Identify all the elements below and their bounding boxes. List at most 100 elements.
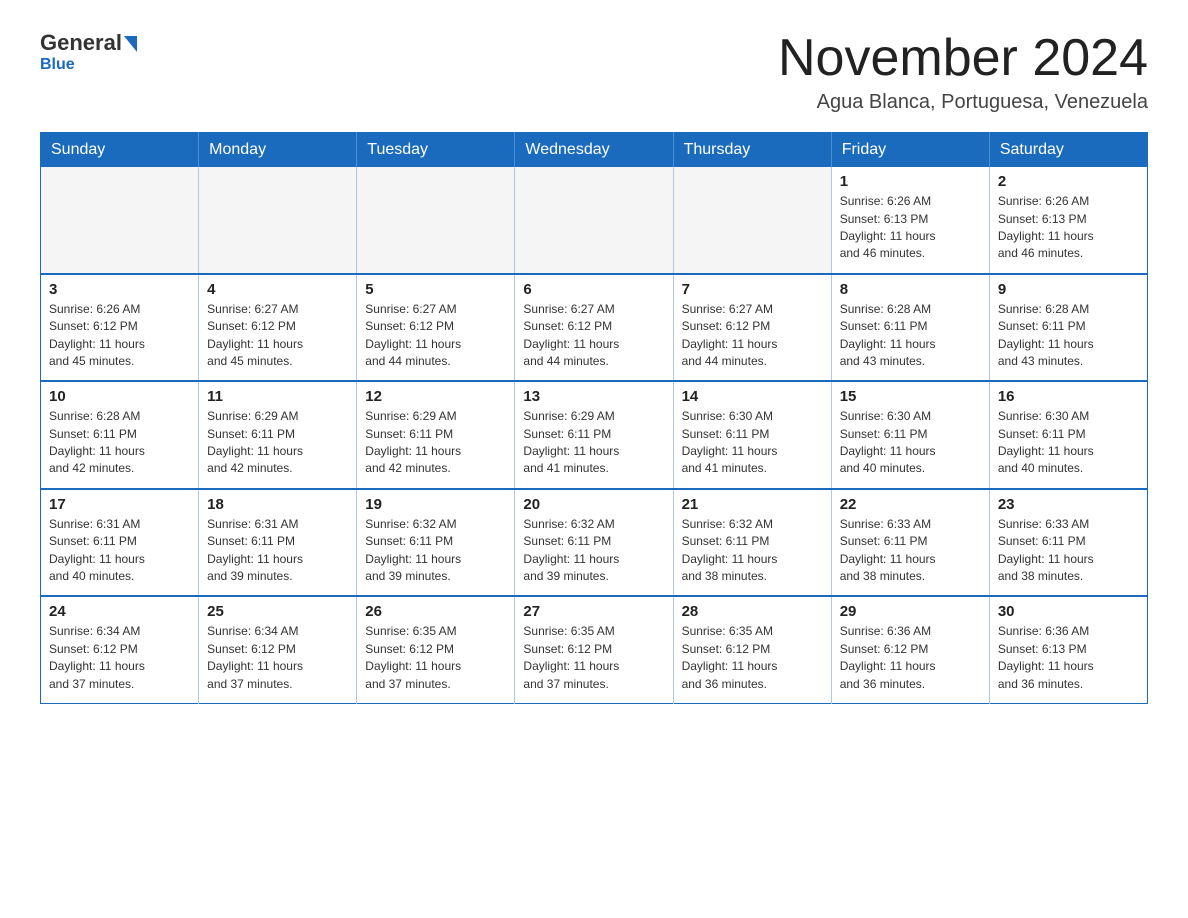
day-number: 27	[523, 603, 664, 620]
month-title: November 2024	[778, 30, 1148, 87]
day-number: 14	[682, 388, 823, 405]
day-number: 18	[207, 496, 348, 513]
day-info: Sunrise: 6:29 AM Sunset: 6:11 PM Dayligh…	[207, 408, 348, 478]
day-number: 24	[49, 603, 190, 620]
day-info: Sunrise: 6:34 AM Sunset: 6:12 PM Dayligh…	[49, 623, 190, 693]
day-info: Sunrise: 6:32 AM Sunset: 6:11 PM Dayligh…	[682, 516, 823, 586]
logo: General Blue	[40, 30, 137, 74]
day-number: 2	[998, 173, 1139, 190]
day-info: Sunrise: 6:26 AM Sunset: 6:12 PM Dayligh…	[49, 301, 190, 371]
day-info: Sunrise: 6:29 AM Sunset: 6:11 PM Dayligh…	[365, 408, 506, 478]
day-info: Sunrise: 6:32 AM Sunset: 6:11 PM Dayligh…	[365, 516, 506, 586]
day-number: 16	[998, 388, 1139, 405]
calendar-cell: 16 Sunrise: 6:30 AM Sunset: 6:11 PM Dayli…	[989, 381, 1147, 489]
day-info: Sunrise: 6:27 AM Sunset: 6:12 PM Dayligh…	[682, 301, 823, 371]
day-info: Sunrise: 6:30 AM Sunset: 6:11 PM Dayligh…	[840, 408, 981, 478]
calendar-week-row: 3 Sunrise: 6:26 AM Sunset: 6:12 PM Daylig…	[41, 274, 1148, 382]
day-number: 12	[365, 388, 506, 405]
day-info: Sunrise: 6:36 AM Sunset: 6:12 PM Dayligh…	[840, 623, 981, 693]
day-number: 9	[998, 281, 1139, 298]
day-info: Sunrise: 6:28 AM Sunset: 6:11 PM Dayligh…	[998, 301, 1139, 371]
calendar-cell	[515, 167, 673, 274]
day-of-week-header: Tuesday	[357, 133, 515, 168]
day-info: Sunrise: 6:27 AM Sunset: 6:12 PM Dayligh…	[207, 301, 348, 371]
day-info: Sunrise: 6:28 AM Sunset: 6:11 PM Dayligh…	[840, 301, 981, 371]
calendar-week-row: 17 Sunrise: 6:31 AM Sunset: 6:11 PM Dayli…	[41, 489, 1148, 597]
calendar-header: SundayMondayTuesdayWednesdayThursdayFrid…	[41, 133, 1148, 168]
calendar-week-row: 24 Sunrise: 6:34 AM Sunset: 6:12 PM Dayli…	[41, 596, 1148, 703]
calendar-cell	[357, 167, 515, 274]
day-number: 17	[49, 496, 190, 513]
day-of-week-header: Saturday	[989, 133, 1147, 168]
location-text: Agua Blanca, Portuguesa, Venezuela	[778, 91, 1148, 114]
calendar-cell: 9 Sunrise: 6:28 AM Sunset: 6:11 PM Daylig…	[989, 274, 1147, 382]
day-number: 29	[840, 603, 981, 620]
day-of-week-header: Friday	[831, 133, 989, 168]
calendar-cell: 5 Sunrise: 6:27 AM Sunset: 6:12 PM Daylig…	[357, 274, 515, 382]
day-info: Sunrise: 6:27 AM Sunset: 6:12 PM Dayligh…	[365, 301, 506, 371]
calendar-body: 1Sunrise: 6:26 AM Sunset: 6:13 PM Daylig…	[41, 167, 1148, 703]
day-of-week-header: Thursday	[673, 133, 831, 168]
day-number: 3	[49, 281, 190, 298]
calendar-cell: 18Sunrise: 6:31 AM Sunset: 6:11 PM Dayli…	[199, 489, 357, 597]
days-of-week-row: SundayMondayTuesdayWednesdayThursdayFrid…	[41, 133, 1148, 168]
calendar-cell: 15 Sunrise: 6:30 AM Sunset: 6:11 PM Dayli…	[831, 381, 989, 489]
day-info: Sunrise: 6:29 AM Sunset: 6:11 PM Dayligh…	[523, 408, 664, 478]
day-info: Sunrise: 6:36 AM Sunset: 6:13 PM Dayligh…	[998, 623, 1139, 693]
day-of-week-header: Monday	[199, 133, 357, 168]
calendar-cell: 30 Sunrise: 6:36 AM Sunset: 6:13 PM Dayli…	[989, 596, 1147, 703]
calendar-cell: 23 Sunrise: 6:33 AM Sunset: 6:11 PM Dayli…	[989, 489, 1147, 597]
page-header: General Blue November 2024 Agua Blanca, …	[40, 30, 1148, 114]
day-of-week-header: Wednesday	[515, 133, 673, 168]
day-number: 8	[840, 281, 981, 298]
day-number: 28	[682, 603, 823, 620]
day-info: Sunrise: 6:27 AM Sunset: 6:12 PM Dayligh…	[523, 301, 664, 371]
calendar-cell	[673, 167, 831, 274]
calendar-cell: 13 Sunrise: 6:29 AM Sunset: 6:11 PM Dayli…	[515, 381, 673, 489]
calendar-cell: 1Sunrise: 6:26 AM Sunset: 6:13 PM Daylig…	[831, 167, 989, 274]
calendar-cell: 8 Sunrise: 6:28 AM Sunset: 6:11 PM Daylig…	[831, 274, 989, 382]
day-number: 7	[682, 281, 823, 298]
day-number: 5	[365, 281, 506, 298]
calendar-cell: 17 Sunrise: 6:31 AM Sunset: 6:11 PM Dayli…	[41, 489, 199, 597]
day-number: 15	[840, 388, 981, 405]
calendar-cell: 25 Sunrise: 6:34 AM Sunset: 6:12 PM Dayli…	[199, 596, 357, 703]
logo-general-text: General	[40, 30, 122, 56]
day-info: Sunrise: 6:30 AM Sunset: 6:11 PM Dayligh…	[682, 408, 823, 478]
calendar-table: SundayMondayTuesdayWednesdayThursdayFrid…	[40, 132, 1148, 704]
calendar-cell: 21 Sunrise: 6:32 AM Sunset: 6:11 PM Dayli…	[673, 489, 831, 597]
day-number: 6	[523, 281, 664, 298]
day-number: 10	[49, 388, 190, 405]
day-of-week-header: Sunday	[41, 133, 199, 168]
day-number: 25	[207, 603, 348, 620]
day-number: 26	[365, 603, 506, 620]
day-info: Sunrise: 6:30 AM Sunset: 6:11 PM Dayligh…	[998, 408, 1139, 478]
calendar-week-row: 10 Sunrise: 6:28 AM Sunset: 6:11 PM Dayli…	[41, 381, 1148, 489]
day-info: Sunrise: 6:31 AM Sunset: 6:11 PM Dayligh…	[49, 516, 190, 586]
day-number: 22	[840, 496, 981, 513]
calendar-cell: 28Sunrise: 6:35 AM Sunset: 6:12 PM Dayli…	[673, 596, 831, 703]
day-number: 13	[523, 388, 664, 405]
calendar-cell: 19Sunrise: 6:32 AM Sunset: 6:11 PM Dayli…	[357, 489, 515, 597]
day-info: Sunrise: 6:28 AM Sunset: 6:11 PM Dayligh…	[49, 408, 190, 478]
calendar-cell: 4 Sunrise: 6:27 AM Sunset: 6:12 PM Daylig…	[199, 274, 357, 382]
calendar-cell: 3 Sunrise: 6:26 AM Sunset: 6:12 PM Daylig…	[41, 274, 199, 382]
calendar-week-row: 1Sunrise: 6:26 AM Sunset: 6:13 PM Daylig…	[41, 167, 1148, 274]
day-number: 21	[682, 496, 823, 513]
day-info: Sunrise: 6:34 AM Sunset: 6:12 PM Dayligh…	[207, 623, 348, 693]
calendar-cell: 6 Sunrise: 6:27 AM Sunset: 6:12 PM Daylig…	[515, 274, 673, 382]
day-number: 11	[207, 388, 348, 405]
calendar-cell: 14 Sunrise: 6:30 AM Sunset: 6:11 PM Dayli…	[673, 381, 831, 489]
day-info: Sunrise: 6:26 AM Sunset: 6:13 PM Dayligh…	[840, 193, 981, 263]
day-info: Sunrise: 6:33 AM Sunset: 6:11 PM Dayligh…	[998, 516, 1139, 586]
calendar-cell	[199, 167, 357, 274]
calendar-cell: 11 Sunrise: 6:29 AM Sunset: 6:11 PM Dayli…	[199, 381, 357, 489]
calendar-cell: 12 Sunrise: 6:29 AM Sunset: 6:11 PM Dayli…	[357, 381, 515, 489]
calendar-cell: 27Sunrise: 6:35 AM Sunset: 6:12 PM Dayli…	[515, 596, 673, 703]
day-info: Sunrise: 6:33 AM Sunset: 6:11 PM Dayligh…	[840, 516, 981, 586]
logo-blue-text: Blue	[40, 56, 75, 74]
day-number: 4	[207, 281, 348, 298]
day-number: 30	[998, 603, 1139, 620]
day-info: Sunrise: 6:35 AM Sunset: 6:12 PM Dayligh…	[365, 623, 506, 693]
day-number: 23	[998, 496, 1139, 513]
